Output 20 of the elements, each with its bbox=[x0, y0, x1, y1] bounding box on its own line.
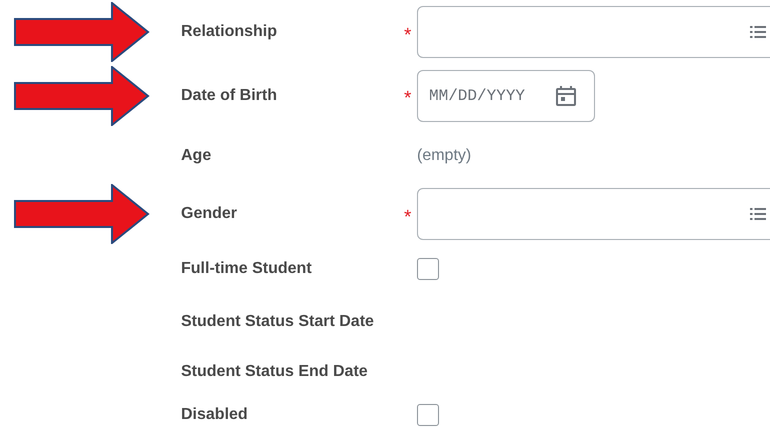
required-mark: * bbox=[404, 87, 412, 108]
field-label: Full-time Student bbox=[181, 260, 313, 278]
checkbox[interactable] bbox=[417, 258, 439, 280]
select-field[interactable] bbox=[417, 188, 770, 240]
field-label: Date of Birth bbox=[181, 86, 278, 104]
date-field[interactable]: MM/DD/YYYY bbox=[417, 70, 595, 122]
required-mark: * bbox=[404, 206, 412, 226]
field-label: Relationship bbox=[181, 23, 278, 41]
field-value: (empty) bbox=[417, 146, 472, 164]
select-field[interactable] bbox=[417, 6, 770, 58]
list-icon bbox=[750, 25, 766, 39]
checkbox[interactable] bbox=[417, 404, 439, 426]
required-mark: * bbox=[404, 24, 412, 44]
field-label: Age bbox=[181, 146, 212, 164]
field-label: Disabled bbox=[181, 406, 249, 424]
calendar-icon[interactable] bbox=[555, 84, 577, 106]
field-label: Student Status End Date bbox=[181, 362, 369, 380]
field-label: Gender bbox=[181, 205, 238, 223]
field-label: Student Status Start Date bbox=[181, 313, 375, 331]
list-icon bbox=[750, 207, 766, 221]
